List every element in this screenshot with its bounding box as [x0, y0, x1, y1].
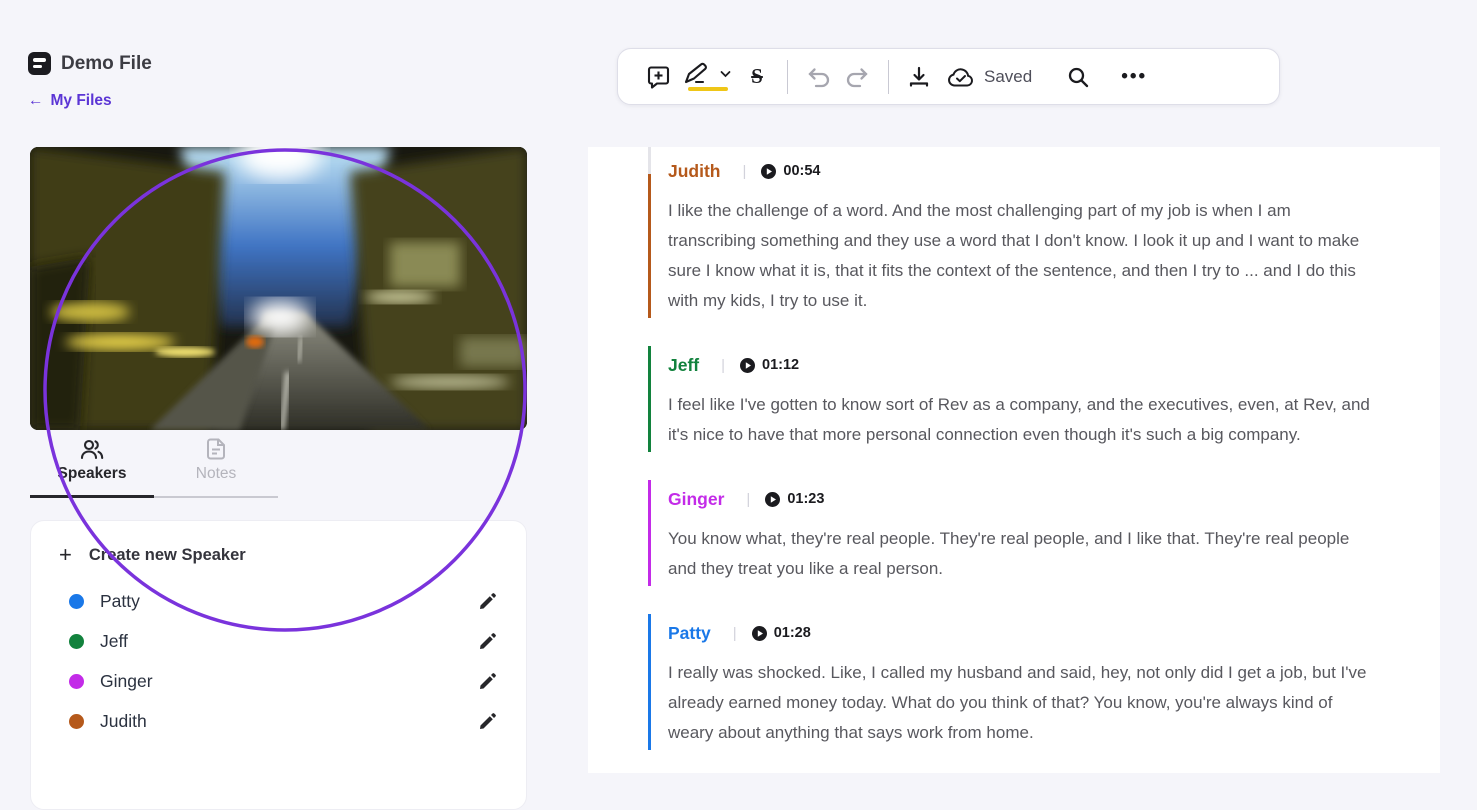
- search-icon[interactable]: [1058, 57, 1098, 97]
- speakers-panel: + Create new Speaker Patty Jeff Ginger: [30, 520, 527, 810]
- notes-icon: [206, 438, 226, 460]
- redo-icon[interactable]: [838, 57, 878, 97]
- undo-icon[interactable]: [798, 57, 838, 97]
- toolbar-divider: [787, 60, 788, 94]
- header-separator: |: [743, 163, 747, 180]
- header-separator: |: [746, 491, 750, 508]
- play-timestamp-icon: [761, 164, 776, 179]
- speaker-color-dot: [69, 594, 84, 609]
- speaker-color-dot: [69, 714, 84, 729]
- timestamp-button[interactable]: 01:12: [740, 357, 799, 373]
- speaker-row: Patty: [59, 581, 500, 621]
- play-timestamp-icon: [752, 626, 767, 641]
- tab-notes[interactable]: Notes: [154, 438, 278, 483]
- tab-speakers-label: Speakers: [58, 465, 127, 483]
- speaker-row: Ginger: [59, 661, 500, 701]
- file-header: Demo File: [28, 52, 152, 75]
- highlight-color-bar: [688, 87, 728, 91]
- speaker-name-label[interactable]: Patty: [668, 623, 711, 644]
- timestamp-value: 01:23: [787, 491, 824, 507]
- previous-block-border: [648, 147, 651, 174]
- video-player[interactable]: 0:10 2:50 just stumbled on them through …: [30, 147, 527, 430]
- save-status: Saved: [947, 66, 1032, 88]
- speaker-color-dot: [69, 634, 84, 649]
- create-speaker-label: Create new Speaker: [89, 546, 246, 565]
- speaker-name: Ginger: [100, 671, 474, 692]
- edit-pencil-icon[interactable]: [474, 588, 500, 614]
- timestamp-button[interactable]: 00:54: [761, 163, 820, 179]
- transcript-block: Jeff | 01:12 I feel like I've gotten to …: [648, 346, 1440, 452]
- play-timestamp-icon: [765, 492, 780, 507]
- speaker-name-label[interactable]: Ginger: [668, 489, 724, 510]
- transcript-block: Ginger | 01:23 You know what, they're re…: [648, 480, 1440, 586]
- editor-toolbar: S Saved •••: [617, 48, 1280, 105]
- speakers-icon: [80, 438, 104, 460]
- page-title: Demo File: [61, 53, 152, 75]
- back-arrow-icon: ←: [28, 92, 44, 110]
- tab-underline: [30, 496, 278, 498]
- transcript-block: Patty | 01:28 I really was shocked. Like…: [648, 614, 1440, 750]
- speaker-color-dot: [69, 674, 84, 689]
- create-new-speaker-button[interactable]: + Create new Speaker: [59, 545, 500, 565]
- speaker-name: Patty: [100, 591, 474, 612]
- header-separator: |: [733, 625, 737, 642]
- transcript-text[interactable]: I really was shocked. Like, I called my …: [668, 658, 1374, 748]
- play-timestamp-icon: [740, 358, 755, 373]
- timestamp-button[interactable]: 01:23: [765, 491, 824, 507]
- video-frame: [30, 147, 527, 430]
- transcript-text[interactable]: You know what, they're real people. They…: [668, 524, 1374, 584]
- edit-pencil-icon[interactable]: [474, 708, 500, 734]
- tab-notes-label: Notes: [196, 465, 237, 483]
- edit-pencil-icon[interactable]: [474, 628, 500, 654]
- tab-speakers[interactable]: Speakers: [30, 438, 154, 483]
- timestamp-value: 00:54: [783, 163, 820, 179]
- chevron-down-icon: [720, 70, 731, 78]
- speaker-name: Judith: [100, 711, 474, 732]
- transcript-block: Judith | 00:54 I like the challenge of a…: [648, 152, 1440, 318]
- saved-label: Saved: [984, 67, 1032, 87]
- download-icon[interactable]: [899, 57, 939, 97]
- header-separator: |: [721, 357, 725, 374]
- transcript-text[interactable]: I feel like I've gotten to know sort of …: [668, 390, 1374, 450]
- transcript-text[interactable]: I like the challenge of a word. And the …: [668, 196, 1374, 316]
- speaker-list: Patty Jeff Ginger Judith: [59, 581, 500, 741]
- side-tabs: Speakers Notes: [30, 438, 527, 500]
- speaker-name-label[interactable]: Jeff: [668, 355, 699, 376]
- speaker-row: Judith: [59, 701, 500, 741]
- strikethrough-icon[interactable]: S: [737, 57, 777, 97]
- timestamp-value: 01:12: [762, 357, 799, 373]
- edit-pencil-icon[interactable]: [474, 668, 500, 694]
- speaker-name: Jeff: [100, 631, 474, 652]
- transcript-panel[interactable]: Judith | 00:54 I like the challenge of a…: [588, 147, 1440, 773]
- document-icon: [28, 52, 51, 75]
- toolbar-divider: [888, 60, 889, 94]
- timestamp-button[interactable]: 01:28: [752, 625, 811, 641]
- back-to-my-files-link[interactable]: ← My Files: [28, 92, 112, 110]
- more-options-icon[interactable]: •••: [1114, 57, 1154, 97]
- speaker-row: Jeff: [59, 621, 500, 661]
- speaker-name-label[interactable]: Judith: [668, 161, 721, 182]
- highlighter-icon[interactable]: [684, 62, 731, 91]
- cloud-check-icon: [947, 66, 975, 88]
- timestamp-value: 01:28: [774, 625, 811, 641]
- insert-comment-icon[interactable]: [638, 57, 678, 97]
- back-link-label: My Files: [51, 92, 112, 110]
- transcript-blocks: Judith | 00:54 I like the challenge of a…: [588, 147, 1440, 750]
- plus-icon: +: [59, 545, 72, 565]
